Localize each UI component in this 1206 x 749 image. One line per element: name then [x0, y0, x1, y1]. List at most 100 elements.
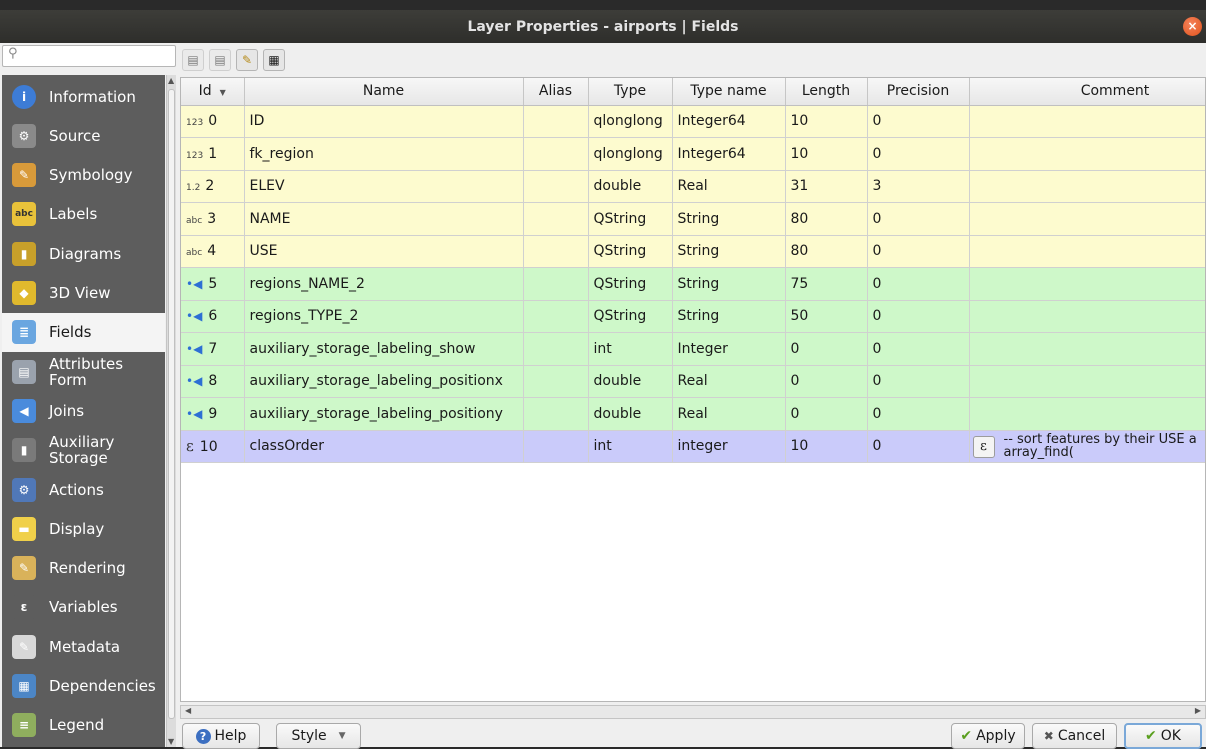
cell-name[interactable]: regions_TYPE_2 — [244, 300, 524, 333]
cell-comment[interactable] — [969, 397, 1205, 431]
cell-id[interactable]: abc 3 — [181, 202, 245, 236]
table-row[interactable]: 123 0 ID qlonglong Integer64 10 0 — [181, 105, 1205, 138]
cell-typename[interactable]: String — [672, 235, 786, 268]
cell-alias[interactable] — [523, 267, 589, 301]
cell-alias[interactable] — [523, 332, 589, 366]
cell-length[interactable]: 80 — [785, 235, 868, 268]
cell-alias[interactable] — [523, 105, 589, 138]
expression-button[interactable]: ε — [972, 435, 995, 458]
cell-name[interactable]: regions_NAME_2 — [244, 267, 524, 301]
cell-typename[interactable]: Integer64 — [672, 137, 786, 171]
cell-alias[interactable] — [523, 170, 589, 203]
table-row[interactable]: •◀ 5 regions_NAME_2 QString String 75 0 — [181, 267, 1205, 301]
cell-id[interactable]: •◀ 8 — [181, 365, 245, 398]
sidebar-item-legend[interactable]: ≡ Legend — [2, 706, 165, 745]
cell-length[interactable]: 0 — [785, 365, 868, 398]
column-header-id[interactable]: Id ▼ — [181, 78, 245, 106]
scroll-thumb[interactable] — [168, 89, 175, 719]
cell-comment[interactable] — [969, 365, 1205, 398]
cell-length[interactable]: 0 — [785, 397, 868, 431]
sidebar-item-source[interactable]: ⚙ Source — [2, 116, 165, 155]
sidebar-item-info[interactable]: i Information — [2, 77, 165, 116]
cell-type[interactable]: QString — [588, 267, 673, 301]
cell-alias[interactable] — [523, 202, 589, 236]
style-button[interactable]: Style ▼ — [276, 723, 361, 749]
table-row[interactable]: 1.2 2 ELEV double Real 31 3 — [181, 170, 1205, 203]
cell-alias[interactable] — [523, 430, 589, 463]
cell-name[interactable]: fk_region — [244, 137, 524, 171]
close-icon[interactable]: × — [1183, 17, 1202, 36]
cell-length[interactable]: 75 — [785, 267, 868, 301]
toggle-editing-button[interactable]: ✎ — [236, 49, 258, 71]
field-calculator-button[interactable]: ▦ — [263, 49, 285, 71]
column-header-type[interactable]: Type — [588, 78, 673, 106]
cell-type[interactable]: int — [588, 430, 673, 463]
column-header-name[interactable]: Name — [244, 78, 524, 106]
cell-name[interactable]: auxiliary_storage_labeling_positionx — [244, 365, 524, 398]
cell-type[interactable]: qlonglong — [588, 105, 673, 138]
cell-typename[interactable]: String — [672, 267, 786, 301]
cancel-button[interactable]: ✖ Cancel — [1032, 723, 1117, 749]
cell-name[interactable]: auxiliary_storage_labeling_positiony — [244, 397, 524, 431]
cell-precision[interactable]: 0 — [867, 235, 970, 268]
cell-comment[interactable] — [969, 170, 1205, 203]
help-button[interactable]: ? Help — [182, 723, 260, 749]
sidebar-item-dependencies[interactable]: ▦ Dependencies — [2, 667, 165, 706]
sidebar-item-attributes-form[interactable]: ▤ Attributes Form — [2, 352, 165, 391]
cell-precision[interactable]: 0 — [867, 430, 970, 463]
cell-alias[interactable] — [523, 397, 589, 431]
delete-field-button[interactable]: ▤ — [209, 49, 231, 71]
cell-precision[interactable]: 0 — [867, 365, 970, 398]
cell-length[interactable]: 10 — [785, 137, 868, 171]
cell-typename[interactable]: Integer64 — [672, 105, 786, 138]
table-row[interactable]: abc 4 USE QString String 80 0 — [181, 235, 1205, 268]
sidebar-item-variables[interactable]: ε Variables — [2, 588, 165, 627]
cell-precision[interactable]: 0 — [867, 397, 970, 431]
cell-id[interactable]: 123 1 — [181, 137, 245, 171]
cell-length[interactable]: 0 — [785, 332, 868, 366]
sidebar-item-display[interactable]: ▬ Display — [2, 509, 165, 548]
cell-name[interactable]: NAME — [244, 202, 524, 236]
column-header-type-name[interactable]: Type name — [672, 78, 786, 106]
cell-precision[interactable]: 0 — [867, 300, 970, 333]
cell-id[interactable]: •◀ 5 — [181, 267, 245, 301]
cell-typename[interactable]: Real — [672, 170, 786, 203]
cell-typename[interactable]: Integer — [672, 332, 786, 366]
cell-type[interactable]: QString — [588, 235, 673, 268]
cell-typename[interactable]: String — [672, 300, 786, 333]
cell-comment[interactable] — [969, 300, 1205, 333]
cell-length[interactable]: 31 — [785, 170, 868, 203]
sidebar-item-actions[interactable]: ⚙ Actions — [2, 470, 165, 509]
cell-typename[interactable]: Real — [672, 365, 786, 398]
cell-precision[interactable]: 0 — [867, 202, 970, 236]
column-header-length[interactable]: Length — [785, 78, 868, 106]
cell-type[interactable]: QString — [588, 300, 673, 333]
cell-length[interactable]: 10 — [785, 430, 868, 463]
cell-name[interactable]: classOrder — [244, 430, 524, 463]
sidebar-item-fields[interactable]: ≣ Fields — [2, 312, 165, 352]
cell-type[interactable]: QString — [588, 202, 673, 236]
sidebar-item-joins[interactable]: ◀ Joins — [2, 391, 165, 430]
table-row[interactable]: •◀ 6 regions_TYPE_2 QString String 50 0 — [181, 300, 1205, 333]
table-row[interactable]: ε 10 classOrder int integer 10 0 ε -- sort featu… — [181, 430, 1205, 463]
cell-typename[interactable]: Real — [672, 397, 786, 431]
cell-comment[interactable] — [969, 137, 1205, 171]
cell-length[interactable]: 50 — [785, 300, 868, 333]
sidebar-scrollbar[interactable]: ▲ ▼ — [166, 75, 176, 747]
column-header-precision[interactable]: Precision — [867, 78, 970, 106]
cell-precision[interactable]: 0 — [867, 137, 970, 171]
sidebar-item-3d-view[interactable]: ◆ 3D View — [2, 274, 165, 313]
sidebar-item-metadata[interactable]: ✎ Metadata — [2, 627, 165, 666]
table-row[interactable]: •◀ 9 auxiliary_storage_labeling_positiony d… — [181, 397, 1205, 431]
search-input[interactable]: ⚲ — [2, 45, 176, 67]
cell-alias[interactable] — [523, 137, 589, 171]
cell-comment[interactable] — [969, 202, 1205, 236]
scroll-up-icon[interactable]: ▲ — [168, 76, 174, 85]
cell-id[interactable]: 123 0 — [181, 105, 245, 138]
cell-type[interactable]: double — [588, 365, 673, 398]
table-row[interactable]: 123 1 fk_region qlonglong Integer64 10 0 — [181, 137, 1205, 171]
cell-length[interactable]: 10 — [785, 105, 868, 138]
sidebar-item-rendering[interactable]: ✎ Rendering — [2, 549, 165, 588]
apply-button[interactable]: ✔ Apply — [951, 723, 1025, 749]
cell-precision[interactable]: 0 — [867, 332, 970, 366]
